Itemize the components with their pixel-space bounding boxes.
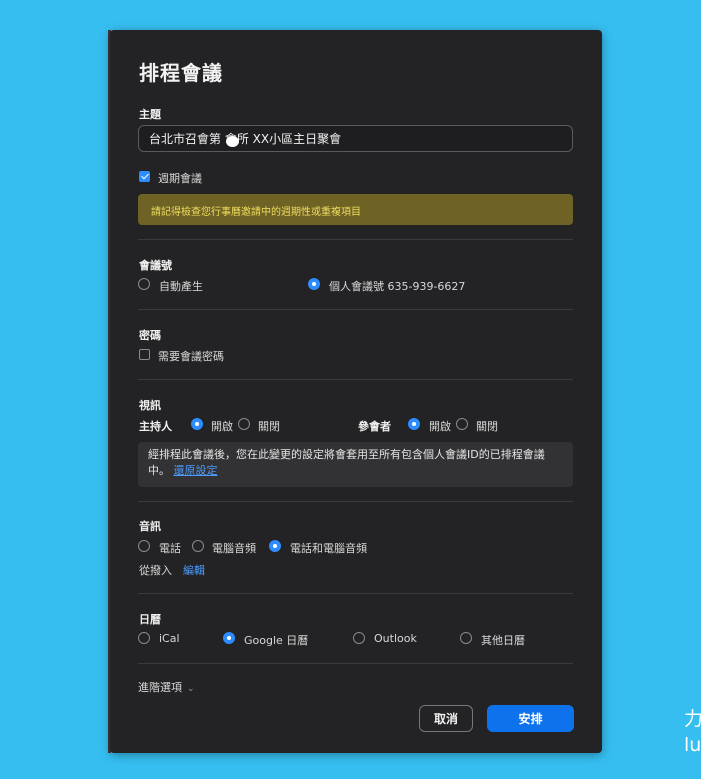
video-participant-on-radio[interactable] xyxy=(408,418,420,430)
audio-phone-label[interactable]: 電話 xyxy=(159,540,181,556)
divider xyxy=(138,239,573,240)
audio-computer-label[interactable]: 電腦音頻 xyxy=(212,540,256,556)
meeting-id-auto-radio[interactable] xyxy=(138,278,150,290)
recurring-checkbox[interactable] xyxy=(139,171,150,182)
audio-both-label[interactable]: 電話和電腦音頻 xyxy=(290,540,367,556)
video-host-off-radio[interactable] xyxy=(238,418,250,430)
recurring-warning-banner: 請記得檢查您行事曆邀請中的週期性或重複項目 xyxy=(138,194,573,225)
video-host-on-label[interactable]: 開啟 xyxy=(211,418,233,434)
calendar-other-label[interactable]: 其他日曆 xyxy=(481,632,525,648)
chevron-down-icon: ⌄ xyxy=(187,684,195,694)
video-participant-off-label[interactable]: 關閉 xyxy=(476,418,498,434)
meeting-id-auto-label[interactable]: 自動產生 xyxy=(159,278,203,294)
advanced-options-label: 進階選項 xyxy=(138,681,182,694)
calendar-outlook-label[interactable]: Outlook xyxy=(374,632,417,645)
divider xyxy=(138,593,573,594)
require-password-label[interactable]: 需要會議密碼 xyxy=(158,348,224,364)
audio-label: 音訊 xyxy=(139,520,161,533)
calendar-label: 日曆 xyxy=(139,613,161,626)
video-participant-on-label[interactable]: 開啟 xyxy=(429,418,451,434)
require-password-checkbox[interactable] xyxy=(139,349,150,360)
background-text: 力 lu xyxy=(684,706,701,758)
meeting-id-personal-label[interactable]: 個人會議號 635-939-6627 xyxy=(329,278,465,294)
meeting-id-personal-radio[interactable] xyxy=(308,278,320,290)
audio-both-radio[interactable] xyxy=(269,540,281,552)
redaction-mark xyxy=(226,136,239,147)
divider xyxy=(138,663,573,664)
calendar-google-label[interactable]: Google 日曆 xyxy=(244,632,308,648)
audio-phone-radio[interactable] xyxy=(138,540,150,552)
divider xyxy=(138,501,573,502)
video-host-off-label[interactable]: 關閉 xyxy=(258,418,280,434)
video-host-on-radio[interactable] xyxy=(191,418,203,430)
schedule-meeting-dialog: 排程會議 主題 週期會議 請記得檢查您行事曆邀請中的週期性或重複項目 會議號 自… xyxy=(110,30,602,753)
password-label: 密碼 xyxy=(139,329,161,342)
recurring-label[interactable]: 週期會議 xyxy=(158,170,202,186)
audio-computer-radio[interactable] xyxy=(192,540,204,552)
calendar-google-radio[interactable] xyxy=(223,632,235,644)
background-text-content: 力 lu xyxy=(684,708,701,756)
calendar-other-radio[interactable] xyxy=(460,632,472,644)
video-participant-label: 參會者 xyxy=(358,420,391,433)
topic-input[interactable] xyxy=(138,125,573,152)
calendar-ical-label[interactable]: iCal xyxy=(159,632,180,645)
restore-settings-link[interactable]: 還原設定 xyxy=(174,464,218,477)
cancel-button[interactable]: 取消 xyxy=(419,705,473,732)
divider xyxy=(138,309,573,310)
divider xyxy=(138,379,573,380)
video-participant-off-radio[interactable] xyxy=(456,418,468,430)
dial-in-label: 從撥入 xyxy=(139,564,172,577)
advanced-options-toggle[interactable]: 進階選項 ⌄ xyxy=(138,679,195,695)
calendar-ical-radio[interactable] xyxy=(138,632,150,644)
meeting-id-label: 會議號 xyxy=(139,259,172,272)
topic-label: 主題 xyxy=(139,108,161,121)
dialog-title: 排程會議 xyxy=(139,61,223,85)
video-host-label: 主持人 xyxy=(139,420,172,433)
schedule-button[interactable]: 安排 xyxy=(487,705,574,732)
video-settings-note: 經排程此會議後，您在此變更的設定將會套用至所有包含個人會議ID的已排程會議中。 … xyxy=(138,442,573,487)
dial-in-edit-link[interactable]: 編輯 xyxy=(183,562,205,578)
video-label: 視訊 xyxy=(139,399,161,412)
calendar-outlook-radio[interactable] xyxy=(353,632,365,644)
